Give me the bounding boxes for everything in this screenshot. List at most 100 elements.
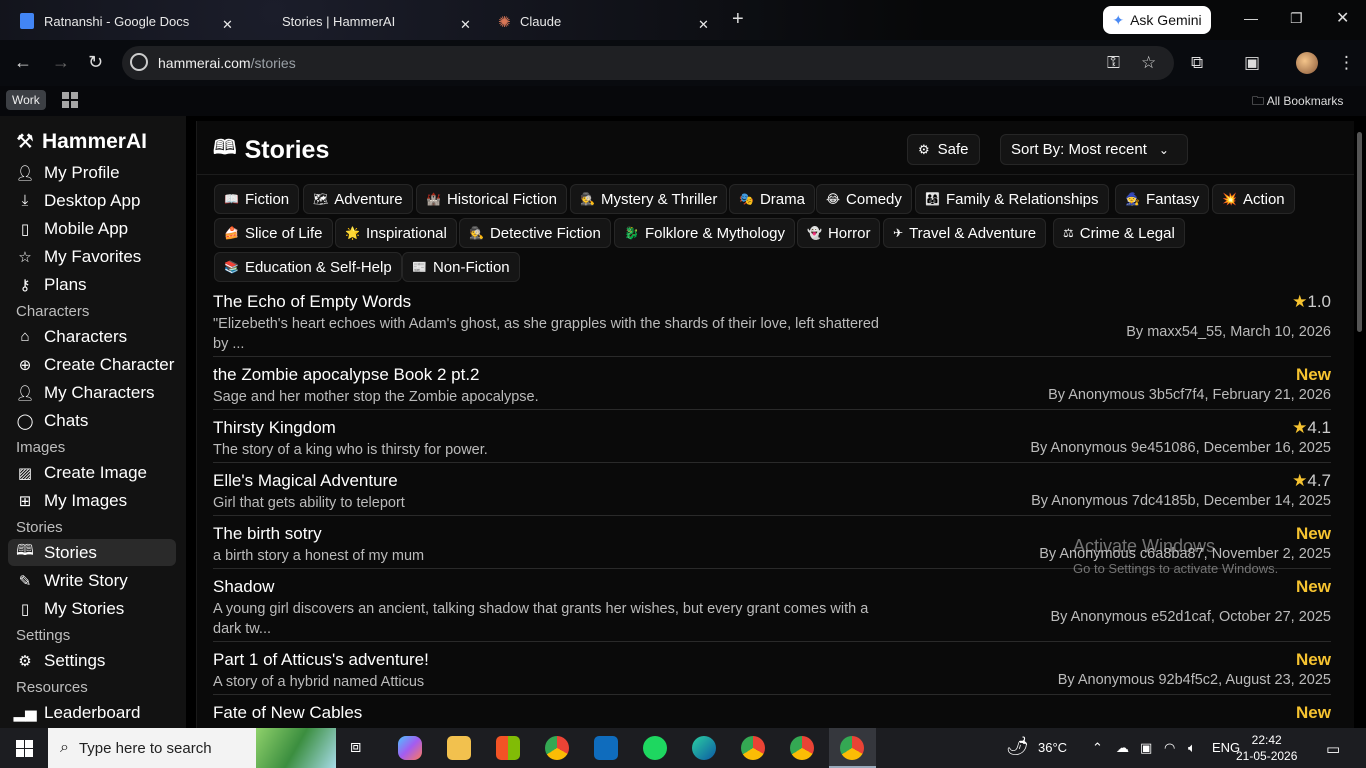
story-item[interactable]: Thirsty Kingdom The story of a king who … [213,418,1331,463]
sidebar-item-mobile-app[interactable]: ▯ Mobile App [8,215,176,242]
sidebar-item-create-image[interactable]: ▨ Create Image [8,459,176,486]
genre-chip-mystery-thriller[interactable]: 🕵 Mystery & Thriller [570,184,728,214]
taskbar-search[interactable]: ⌕ Type here to search [48,728,336,768]
close-tab-icon[interactable]: ✕ [698,10,709,40]
genre-chip-adventure[interactable]: 🗺 Adventure [303,184,413,214]
genre-chip-detective-fiction[interactable]: 🕵 Detective Fiction [459,218,611,248]
sort-dropdown[interactable]: Sort By: Most recent ⌄ [1000,134,1188,165]
star-icon[interactable]: ☆ [1141,53,1156,73]
tab-google-docs[interactable]: Ratnanshi - Google Docs [20,6,189,36]
edge-icon[interactable] [692,736,716,760]
site-info-icon[interactable] [130,53,148,71]
extensions-icon[interactable]: ⧉ [1191,53,1203,73]
ask-gemini-button[interactable]: ✦ Ask Gemini [1103,6,1211,34]
genre-chip-drama[interactable]: 🎭 Drama [729,184,815,214]
sidebar-item-stories[interactable]: 🕮 Stories [8,539,176,566]
task-view-icon[interactable]: ⧈ [350,736,374,760]
logo[interactable]: ⚒ HammerAI [16,129,147,154]
sidebar-item-desktop-app[interactable]: ⤓ Desktop App [8,187,176,214]
chevron-up-icon[interactable]: ⌃ [1092,740,1103,756]
chrome-icon[interactable] [545,736,569,760]
meet-icon[interactable]: ▣ [1140,740,1152,756]
minimize-icon[interactable]: — [1244,10,1258,26]
sidebar-item-my-characters[interactable]: 👤︎ My Characters [8,379,176,406]
tab-stories-hammerai[interactable]: Stories | HammerAI [282,6,395,36]
reload-icon[interactable]: ↻ [88,52,103,73]
sidebar-item-characters[interactable]: ⌂ Characters [8,323,176,350]
safe-mode-button[interactable]: ⚙ Safe [907,134,980,165]
profile-avatar[interactable] [1296,52,1318,74]
genre-chip-education-self-help[interactable]: 📚 Education & Self-Help [214,252,402,282]
genre-chip-fiction[interactable]: 📖 Fiction [214,184,300,214]
file-explorer-icon[interactable] [447,736,471,760]
sidebar-item-my-images[interactable]: ⊞ My Images [8,487,176,514]
genre-chip-travel-adventure[interactable]: ✈ Travel & Adventure [883,218,1047,248]
genre-chip-non-fiction[interactable]: 📰 Non-Fiction [402,252,520,282]
story-title[interactable]: Fate of New Cables [213,703,362,723]
url-text[interactable]: hammerai.com/stories [158,55,296,71]
sidebar-item-create-character[interactable]: ⊕ Create Character [8,351,176,378]
windows-start-icon[interactable] [16,740,33,757]
story-title[interactable]: Shadow [213,577,274,597]
genre-chip-comedy[interactable]: 😂 Comedy [816,184,912,214]
genre-chip-folklore-mythology[interactable]: 🐉 Folklore & Mythology [614,218,796,248]
genre-chip-inspirational[interactable]: 🌟 Inspirational [335,218,457,248]
page-scrollbar[interactable] [1357,132,1362,332]
tab-claude[interactable]: ✺ Claude [498,6,561,36]
genre-chip-slice-of-life[interactable]: 🍰 Slice of Life [214,218,333,248]
genre-chip-historical-fiction[interactable]: 🏰 Historical Fiction [416,184,567,214]
story-title[interactable]: Thirsty Kingdom [213,418,336,438]
restore-icon[interactable]: ❐ [1290,10,1303,27]
story-item[interactable]: Part 1 of Atticus's adventure! A story o… [213,650,1331,695]
sidebar-item-my-stories[interactable]: ▯ My Stories [8,595,176,622]
key-icon[interactable]: ⚿ [1107,53,1120,73]
menu-icon[interactable]: ⋮ [1338,53,1355,73]
close-tab-icon[interactable]: ✕ [460,10,471,40]
chrome-work-icon[interactable] [840,736,864,760]
forward-icon[interactable]: → [52,52,70,73]
spotify-icon[interactable] [643,736,667,760]
genre-chip-horror[interactable]: 👻 Horror [797,218,881,248]
genre-chip-fantasy[interactable]: 🧙 Fantasy [1115,184,1210,214]
sidebar-item-my-profile[interactable]: 👤︎ My Profile [8,159,176,186]
microsoft-store-icon[interactable] [496,736,520,760]
outlook-icon[interactable] [594,736,618,760]
work-profile-badge[interactable]: Work [6,90,46,110]
story-item[interactable]: Fate of New Cables New [213,703,1331,728]
genre-chip-action[interactable]: 💥 Action [1212,184,1295,214]
notification-icon[interactable]: ▭ [1326,740,1340,758]
chrome-profile-icon[interactable] [790,736,814,760]
clock[interactable]: 22:42 21-05-2026 [1236,732,1297,764]
sidebar-item-write-story[interactable]: ✎ Write Story [8,567,176,594]
sidebar-item-plans[interactable]: ⚷ Plans [8,271,176,298]
weather-icon[interactable]: 🌶 [1006,736,1029,757]
volume-icon[interactable]: 🔈︎ [1188,740,1196,756]
sidebar-item-settings[interactable]: ⚙ Settings [8,647,176,674]
tab-search-icon[interactable]: ▣ [1244,53,1260,73]
sidebar-item-my-favorites[interactable]: ☆ My Favorites [8,243,176,270]
story-item[interactable]: The Echo of Empty Words "Elizebeth's hea… [213,292,1331,357]
sidebar-item-chats[interactable]: ◯ Chats [8,407,176,434]
story-title[interactable]: The Echo of Empty Words [213,292,411,312]
all-bookmarks-button[interactable]: 🗀 All Bookmarks [1252,92,1343,113]
close-tab-icon[interactable]: ✕ [222,10,233,40]
story-title[interactable]: the Zombie apocalypse Book 2 pt.2 [213,365,480,385]
story-title[interactable]: Part 1 of Atticus's adventure! [213,650,429,670]
close-window-icon[interactable]: ✕ [1336,8,1349,28]
genre-chip-family-relationships[interactable]: 👨‍👩‍👧 Family & Relationships [915,184,1109,214]
chrome-profile-icon[interactable] [741,736,765,760]
apps-grid-icon[interactable] [62,92,78,108]
sidebar-item-leaderboard[interactable]: ▂▅ Leaderboard [8,699,176,726]
story-title[interactable]: Elle's Magical Adventure [213,471,398,491]
genre-chip-crime-legal[interactable]: ⚖ Crime & Legal [1053,218,1185,248]
story-title[interactable]: The birth sotry [213,524,322,544]
wifi-icon[interactable]: ◠ [1164,740,1175,756]
back-icon[interactable]: ← [14,52,32,73]
new-tab-icon[interactable]: + [732,8,744,31]
story-item[interactable]: Elle's Magical Adventure Girl that gets … [213,471,1331,516]
story-item[interactable]: the Zombie apocalypse Book 2 pt.2 Sage a… [213,365,1331,410]
copilot-icon[interactable] [398,736,422,760]
story-item[interactable]: Shadow A young girl discovers an ancient… [213,577,1331,642]
temperature[interactable]: 36°C [1038,740,1067,755]
onedrive-icon[interactable]: ☁ [1116,740,1129,756]
